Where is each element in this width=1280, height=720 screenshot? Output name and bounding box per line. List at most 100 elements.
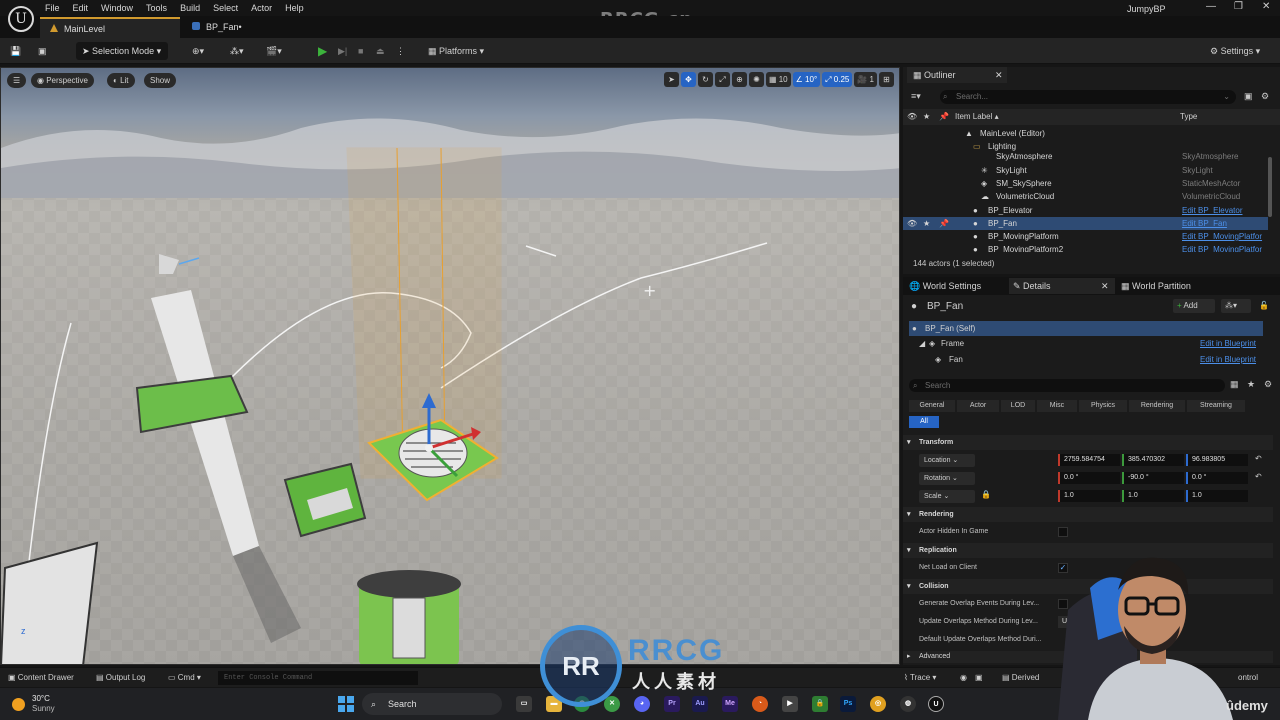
reset-location-icon[interactable]: ↶ <box>1255 454 1262 463</box>
filter-actor[interactable]: Actor <box>957 400 999 412</box>
outliner-row-selected[interactable]: 👁 ★ 📌 ● BP_Fan Edit BP_Fan <box>903 217 1268 230</box>
outliner-row[interactable]: SkyAtmosphere SkyAtmosphere <box>903 150 1268 163</box>
photoshop-icon[interactable]: Ps <box>840 696 856 712</box>
outliner-row[interactable]: ● BP_Elevator Edit BP_Elevator <box>903 204 1268 217</box>
filter-all[interactable]: All <box>909 416 939 428</box>
outliner-search-input[interactable]: ⌕ Search... ⌄ <box>940 90 1236 104</box>
blender-icon[interactable]: ◔ <box>752 696 768 712</box>
record-icon[interactable]: ◉ <box>960 673 967 682</box>
lock-icon[interactable]: 🔓 <box>1259 301 1269 310</box>
level-viewport[interactable]: + ☰ ◉ Perspective ◐ Lit Show ➤ ✥ ↻ ⤢ ⊕ ✺… <box>0 67 900 665</box>
minimize-icon[interactable]: — <box>1206 1 1216 12</box>
tab-world-settings[interactable]: 🌐 World Settings <box>909 278 981 294</box>
scale-dropdown[interactable]: Scale ⌄ <box>919 490 975 503</box>
output-log-button[interactable]: ▤ Output Log <box>96 673 145 682</box>
location-dropdown[interactable]: Location ⌄ <box>919 454 975 467</box>
rotation-y-field[interactable]: -90.0 ° <box>1122 472 1184 484</box>
scale-x-field[interactable]: 1.0 <box>1058 490 1120 502</box>
row-type-link[interactable]: Edit BP_Fan <box>1182 217 1227 230</box>
rotation-x-field[interactable]: 0.0 ° <box>1058 472 1120 484</box>
column-type[interactable]: Type <box>1180 109 1197 125</box>
add-actor-icon[interactable]: ⊕▾ <box>192 42 204 60</box>
grid-snap-button[interactable]: ▦ 10 <box>765 72 791 87</box>
play-icon[interactable]: ▶ <box>318 42 327 60</box>
taskbar-search[interactable]: ⌕ Search <box>362 693 502 715</box>
tab-bp-fan[interactable]: BP_Fan• <box>182 17 252 38</box>
actor-hidden-checkbox[interactable] <box>1058 527 1068 537</box>
outliner-row[interactable]: ● BP_MovingPlatform2 Edit BP_MovingPlatfor <box>903 243 1268 252</box>
actor-name[interactable]: BP_Fan <box>927 301 963 312</box>
visibility-icon[interactable]: 👁 <box>907 217 917 230</box>
add-folder-icon[interactable]: ▣ <box>1244 91 1253 102</box>
details-settings-icon[interactable]: ⚙ <box>1264 379 1272 390</box>
section-transform[interactable]: ▾ Transform <box>903 435 1273 450</box>
selection-mode-dropdown[interactable]: ➤ Selection Mode ▾ <box>76 42 168 60</box>
outliner-settings-icon[interactable]: ⚙ <box>1261 91 1269 102</box>
rotate-tool-icon[interactable]: ↻ <box>697 72 713 87</box>
tab-details[interactable]: ✎ Details ✕ <box>1009 278 1115 294</box>
details-search-input[interactable]: ⌕ Search <box>909 379 1225 392</box>
section-rendering[interactable]: ▾ Rendering <box>903 507 1273 522</box>
camera-speed-button[interactable]: 🎥 1 <box>854 72 877 87</box>
obs-icon[interactable]: ◍ <box>900 696 916 712</box>
perspective-button[interactable]: ◉ Perspective <box>31 73 94 88</box>
tab-mainlevel[interactable]: MainLevel <box>40 17 180 38</box>
world-space-icon[interactable]: ⊕ <box>731 72 747 87</box>
component-frame[interactable]: ◢ ◈ Frame Edit in Blueprint <box>903 339 1280 352</box>
outliner-row[interactable]: ▲ MainLevel (Editor) <box>903 127 1268 140</box>
row-type-link[interactable]: Edit BP_MovingPlatfor <box>1182 243 1262 252</box>
surface-snap-icon[interactable]: ✺ <box>748 72 764 87</box>
menu-select[interactable]: Select <box>213 3 238 13</box>
scale-z-field[interactable]: 1.0 <box>1186 490 1248 502</box>
close-tab-icon[interactable]: ✕ <box>1101 278 1109 294</box>
add-component-button[interactable]: + Add <box>1173 299 1215 313</box>
location-x-field[interactable]: 2759.584754 <box>1058 454 1120 466</box>
component-fan[interactable]: ◈ Fan Edit in Blueprint <box>903 355 1280 368</box>
audition-icon[interactable]: Au <box>692 696 708 712</box>
eject-icon[interactable]: ⏏ <box>376 42 385 60</box>
component-self[interactable]: ● BP_Fan (Self) <box>909 321 1263 336</box>
restore-icon[interactable]: ❐ <box>1234 1 1243 12</box>
cmd-button[interactable]: ▭ Cmd ▾ <box>168 673 201 682</box>
screenshot-icon[interactable]: ▣ <box>975 673 983 682</box>
filter-physics[interactable]: Physics <box>1079 400 1127 412</box>
unreal-taskbar-icon[interactable]: U <box>928 696 944 712</box>
filter-streaming[interactable]: Streaming <box>1187 400 1245 412</box>
settings-button[interactable]: ⚙ Settings ▾ <box>1210 42 1260 60</box>
save-icon[interactable]: 💾 <box>10 42 21 60</box>
menu-help[interactable]: Help <box>285 3 304 13</box>
pin-icon[interactable]: 📌 <box>939 217 949 230</box>
tab-world-partition[interactable]: ▦ World Partition <box>1121 278 1191 294</box>
column-item-label[interactable]: Item Label ▴ <box>955 109 999 125</box>
layout-icon[interactable]: ⊞ <box>879 72 894 87</box>
outliner-tab[interactable]: ▦ Outliner ✕ <box>907 67 1007 83</box>
windows-start-icon[interactable] <box>338 696 354 712</box>
expand-icon[interactable]: ◢ <box>919 339 925 348</box>
stop-icon[interactable]: ■ <box>358 42 363 60</box>
console-input[interactable]: Enter Console Command <box>218 671 418 685</box>
favorites-icon[interactable]: ★ <box>1247 379 1255 390</box>
row-type-link[interactable]: Edit BP_Elevator <box>1182 204 1242 217</box>
task-view-icon[interactable]: ▭ <box>516 696 532 712</box>
premiere-icon[interactable]: Pr <box>664 696 680 712</box>
menu-build[interactable]: Build <box>180 3 200 13</box>
location-z-field[interactable]: 96.983805 <box>1186 454 1248 466</box>
outliner-row[interactable]: ✳ SkyLight SkyLight <box>903 164 1268 177</box>
play-options-icon[interactable]: ⋮ <box>396 42 405 60</box>
row-type-link[interactable]: Edit BP_MovingPlatfor <box>1182 230 1262 243</box>
star-icon[interactable]: ★ <box>923 217 930 230</box>
filter-lod[interactable]: LOD <box>1001 400 1035 412</box>
lit-button[interactable]: ◐ Lit <box>107 73 135 88</box>
close-tab-icon[interactable]: ✕ <box>995 67 1003 83</box>
content-browser-icon[interactable]: ▣ <box>38 42 47 60</box>
menu-window[interactable]: Window <box>101 3 133 13</box>
show-button[interactable]: Show <box>144 73 177 88</box>
rotation-snap-button[interactable]: ∠ 10° <box>792 72 821 87</box>
platforms-button[interactable]: ▦ Platforms ▾ <box>428 42 484 60</box>
lock-scale-icon[interactable]: 🔒 <box>981 490 991 499</box>
filter-rendering[interactable]: Rendering <box>1129 400 1185 412</box>
scale-y-field[interactable]: 1.0 <box>1122 490 1184 502</box>
outliner-row[interactable]: ☁ VolumetricCloud VolumetricCloud <box>903 190 1268 203</box>
menu-actor[interactable]: Actor <box>251 3 272 13</box>
property-matrix-icon[interactable]: ▦ <box>1230 379 1239 390</box>
